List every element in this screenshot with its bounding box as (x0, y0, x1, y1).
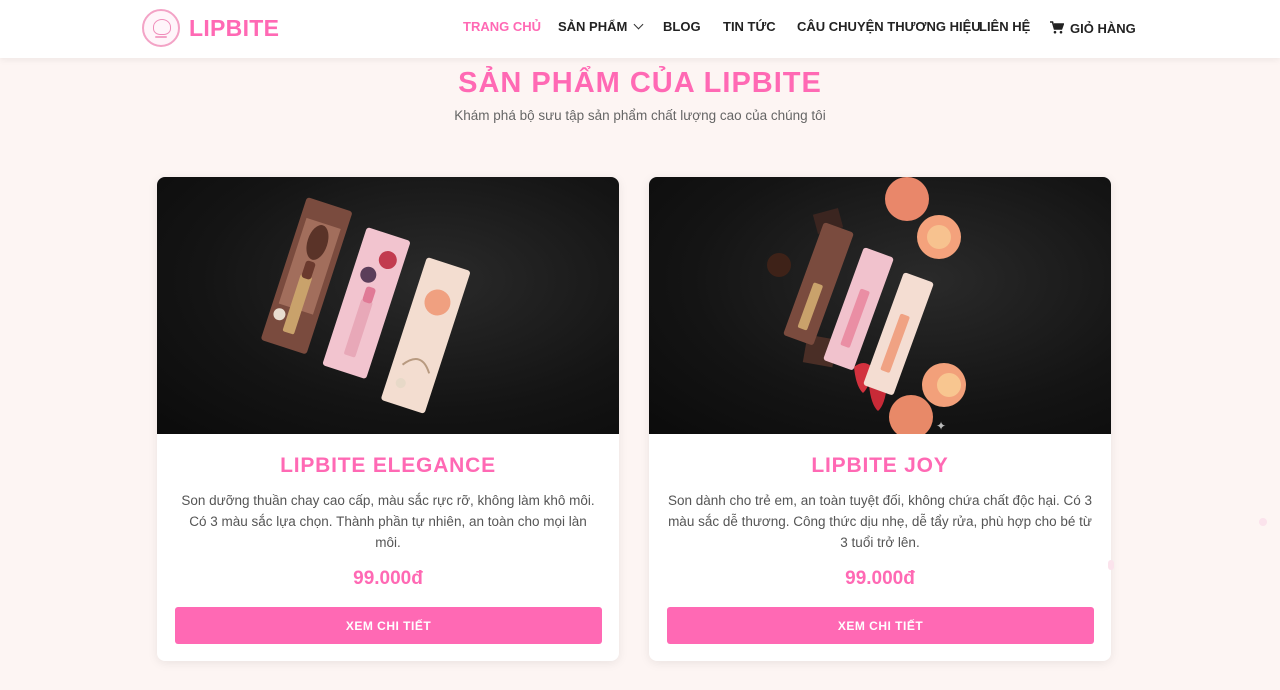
nav-item-brand-story[interactable]: CÂU CHUYỆN THƯƠNG HIỆU (797, 20, 981, 34)
nav-item-home[interactable]: TRANG CHỦ (463, 20, 541, 34)
nav-item-blog[interactable]: BLOG (663, 20, 701, 34)
section-subtitle: Khám phá bộ sưu tập sản phẩm chất lượng … (454, 108, 826, 123)
product-card: LIPBITE ELEGANCE Son dưỡng thuần chay ca… (157, 177, 619, 661)
product-description: Son dưỡng thuần chay cao cấp, màu sắc rự… (181, 493, 595, 550)
main-nav: TRANG CHỦ SẢN PHẨM BLOG TIN TỨC CÂU CHUY… (0, 0, 1280, 58)
nav-item-cart-label: GIỎ HÀNG (1070, 21, 1136, 36)
product-title: LIPBITE ELEGANCE (280, 454, 496, 477)
product-price: 99.000đ (353, 568, 423, 589)
decorative-dot (1108, 560, 1114, 570)
product-price: 99.000đ (845, 568, 915, 589)
section-title: SẢN PHẨM CỦA LIPBITE (458, 67, 822, 99)
nav-item-cart[interactable]: GIỎ HÀNG (1050, 20, 1136, 36)
view-details-button[interactable]: XEM CHI TIẾT (667, 607, 1094, 644)
nav-item-news[interactable]: TIN TỨC (723, 20, 776, 34)
product-title: LIPBITE JOY (811, 454, 949, 477)
nav-item-products-label: SẢN PHẨM (558, 19, 628, 34)
chevron-down-icon (633, 19, 644, 30)
product-description: Son dành cho trẻ em, an toàn tuyệt đối, … (667, 493, 1093, 550)
product-card: ✦ LIPBITE JOY Son dành cho trẻ em, an to… (649, 177, 1111, 661)
nav-item-products[interactable]: SẢN PHẨM (558, 19, 644, 34)
decorative-dot (1259, 518, 1267, 526)
product-image: ✦ (649, 177, 1111, 434)
svg-text:✦: ✦ (936, 419, 946, 433)
product-image (157, 177, 619, 434)
view-details-button[interactable]: XEM CHI TIẾT (175, 607, 602, 644)
cart-icon (1050, 21, 1064, 34)
nav-item-contact[interactable]: LIÊN HỆ (979, 20, 1030, 34)
site-header: LIPBITE TRANG CHỦ SẢN PHẨM BLOG TIN TỨC … (0, 0, 1280, 58)
